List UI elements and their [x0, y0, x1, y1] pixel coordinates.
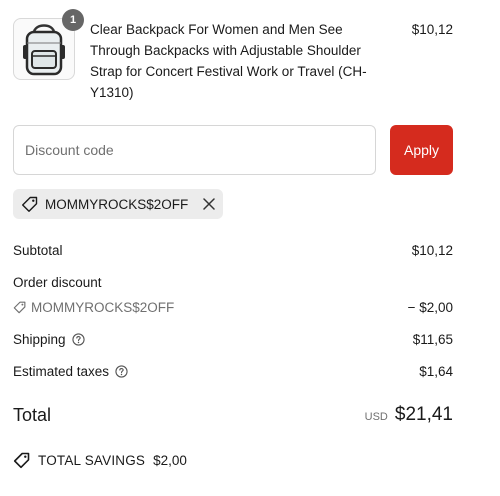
- subtotal-value: $10,12: [411, 243, 453, 258]
- subtotal-label: Subtotal: [13, 243, 63, 258]
- savings-label: TOTAL SAVINGS: [38, 453, 146, 468]
- subtotal-row: Subtotal $10,12: [13, 243, 453, 258]
- remove-code-close-icon[interactable]: [203, 198, 215, 210]
- discount-code-label: MOMMYROCKS$2OFF: [31, 300, 175, 315]
- discount-code-input[interactable]: [13, 125, 376, 175]
- savings-value: $2,00: [153, 453, 187, 468]
- tag-icon: [13, 452, 30, 469]
- shipping-row: Shipping $11,65: [13, 332, 453, 347]
- shipping-value: $11,65: [412, 332, 453, 347]
- apply-button[interactable]: Apply: [390, 125, 453, 175]
- order-discount-label: Order discount: [13, 275, 102, 290]
- tag-icon: [21, 196, 38, 213]
- product-line-item: 1 Clear Backpack For Women and Men See T…: [13, 9, 453, 104]
- quantity-badge: 1: [62, 9, 84, 31]
- discount-value: − $2,00: [407, 300, 453, 315]
- currency-code: USD: [364, 411, 388, 423]
- product-price: $10,12: [411, 22, 453, 37]
- total-savings: TOTAL SAVINGS $2,00: [13, 452, 187, 469]
- question-circle-icon[interactable]: [71, 333, 85, 346]
- total-row: Total USD $21,41: [13, 404, 453, 426]
- shipping-label: Shipping: [13, 332, 66, 347]
- total-value: $21,41: [394, 404, 453, 425]
- total-label: Total: [13, 404, 52, 425]
- taxes-value: $1,64: [419, 364, 453, 379]
- product-thumbnail: 1: [13, 9, 84, 80]
- taxes-label: Estimated taxes: [13, 364, 110, 379]
- question-circle-icon[interactable]: [115, 365, 128, 378]
- discount-code-row: MOMMYROCKS$2OFF − $2,00: [13, 300, 453, 315]
- tag-icon: [13, 301, 26, 314]
- discount-code-form: Apply: [13, 125, 453, 175]
- taxes-row: Estimated taxes $1,64: [13, 364, 453, 379]
- product-title: Clear Backpack For Women and Men See Thr…: [90, 22, 367, 100]
- applied-discount-chip: MOMMYROCKS$2OFF: [13, 189, 223, 219]
- backpack-image-icon: [23, 24, 65, 76]
- order-discount-row: Order discount: [13, 275, 453, 290]
- applied-code-label: MOMMYROCKS$2OFF: [45, 196, 189, 212]
